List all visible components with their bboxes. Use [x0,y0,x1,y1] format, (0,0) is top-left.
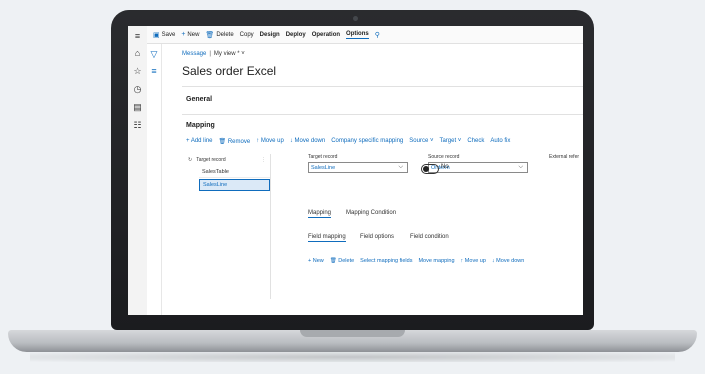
field-move-down-button[interactable]: ↓ Move down [492,258,524,264]
breadcrumb-separator: | [209,51,211,57]
options-label: Options [346,30,369,37]
trash-icon: 🗑 [205,31,215,39]
table-row[interactable]: SalesTable [199,166,270,178]
search-icon: ⚲ [374,31,380,39]
chevron-down-icon: ⌵ [398,164,403,170]
remove-label: Remove [227,139,251,145]
new-field-button[interactable]: + New [308,258,324,264]
tab-field-options[interactable]: Field options [360,234,394,240]
list-icon[interactable]: ☷ [131,120,144,131]
source-record-label: Source record [428,154,460,160]
star-icon[interactable]: ☆ [131,66,144,77]
webcam [353,16,358,21]
filter-pane: ▽ ≡ [147,26,162,315]
lines-icon[interactable]: ≡ [149,66,159,76]
move-up-button[interactable]: ↑ Move up [256,138,284,145]
laptop-shadow [30,352,675,362]
hamburger-icon[interactable]: ≡ [131,31,144,42]
general-section[interactable]: General [182,86,583,115]
external-reference-label: External refer [549,154,580,160]
home-icon[interactable]: ⌂ [131,48,144,59]
view-selector[interactable]: My view * ˅ [214,51,245,57]
delete-label: Delete [216,31,234,38]
target-dropdown[interactable]: Target ˅ [439,138,461,145]
save-label: Save [161,31,176,38]
tab-field-mapping[interactable]: Field mapping [308,234,346,242]
plus-icon: + [181,31,186,38]
screen: ≡ ⌂ ☆ ◷ ▤ ☷ ▽ ≡ ▣ Save + New 🗑 Delete Copy … [128,26,583,315]
deploy-label: Deploy [285,31,306,38]
operation-label: Operation [311,31,341,38]
copy-button[interactable]: Copy [240,32,254,38]
tab-field-condition[interactable]: Field condition [410,234,449,240]
breadcrumb: Message | My view * ˅ [182,51,245,57]
toggle-value: No [441,164,449,170]
grid-header-label: Target record [196,156,226,163]
new-button[interactable]: + New [181,31,199,38]
delete-field-label: Delete [338,258,355,264]
move-mapping-button[interactable]: Move mapping [418,258,454,264]
save-icon: ▣ [153,31,160,39]
add-line-button[interactable]: + Add line [186,138,213,145]
chevron-down-icon: ⌵ [518,164,523,170]
page-title: Sales order Excel [182,64,277,78]
search-button[interactable]: ⚲ [375,31,382,39]
options-tab[interactable]: Options [346,31,369,39]
company-specific-mapping-button[interactable]: Company specific mapping [331,138,403,145]
remove-button[interactable]: 🗑 Remove [219,138,251,145]
left-nav: ≡ ⌂ ☆ ◷ ▤ ☷ [128,26,148,315]
target-record-value: SalesLine [311,164,336,171]
clock-icon[interactable]: ◷ [131,84,144,95]
tab-mapping-condition[interactable]: Mapping Condition [346,210,396,216]
delete-field-button[interactable]: 🗑 Delete [330,258,354,264]
deploy-tab[interactable]: Deploy [286,32,306,38]
refresh-icon[interactable]: ↻ [188,157,192,163]
source-dropdown[interactable]: Source ˅ [409,138,433,145]
laptop-notch [300,330,405,337]
design-label: Design [259,31,280,38]
field-mapping-toolbar: + New 🗑 Delete Select mapping fields Mov… [308,258,530,264]
column-divider-icon: ⋮ [261,156,266,163]
design-tab[interactable]: Design [260,32,280,38]
general-header: General [186,96,213,103]
operation-tab[interactable]: Operation [312,32,340,38]
mapping-toolbar: + Add line 🗑 Remove ↑ Move up ↓ Move dow… [186,138,516,145]
move-down-button[interactable]: ↓ Move down [290,138,325,145]
external-reference-toggle[interactable] [421,164,439,174]
delete-button[interactable]: 🗑 Delete [205,31,233,39]
command-bar: ▣ Save + New 🗑 Delete Copy Design Deploy Op… [147,26,583,44]
auto-fix-button[interactable]: Auto fix [490,138,510,145]
copy-label: Copy [239,31,254,38]
target-record-select[interactable]: SalesLine ⌵ [308,162,408,173]
breadcrumb-message[interactable]: Message [182,51,206,57]
new-label: New [187,31,200,38]
workspace-icon[interactable]: ▤ [131,102,144,113]
table-row-selected[interactable]: SalesLine [199,179,270,191]
field-move-up-button[interactable]: ↑ Move up [461,258,486,264]
grid-header: ↻ Target record ⋮ [184,154,270,165]
tab-mapping[interactable]: Mapping [308,210,332,218]
trash-icon: 🗑 [329,258,339,264]
filter-icon[interactable]: ▽ [149,49,159,60]
save-button[interactable]: ▣ Save [153,31,175,39]
target-record-label: Target record [308,154,338,160]
trash-icon: 🗑 [218,139,228,145]
select-mapping-fields-button[interactable]: Select mapping fields [360,258,412,264]
mapping-header[interactable]: Mapping [186,122,215,129]
record-grid: ↻ Target record ⋮ SalesTable SalesLine [184,154,271,299]
check-button[interactable]: Check [467,138,484,145]
